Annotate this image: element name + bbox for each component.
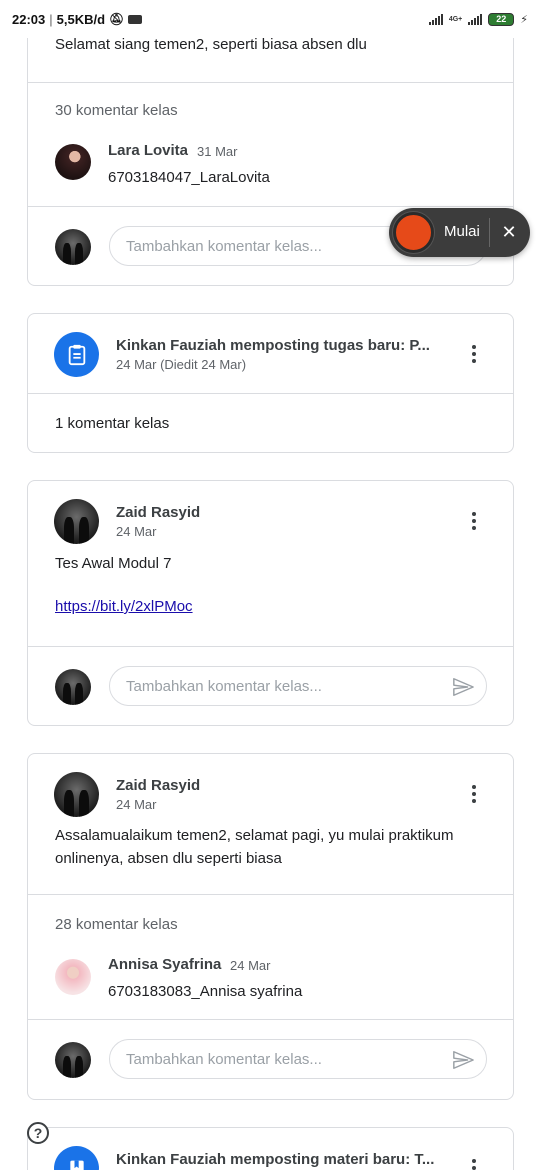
- help-icon[interactable]: ?: [27, 1122, 49, 1144]
- comment-author: Annisa Syafrina: [108, 956, 222, 973]
- comment-count-link[interactable]: 1 komentar kelas: [55, 415, 169, 432]
- more-options-icon[interactable]: [462, 342, 486, 366]
- post-body: Tes Awal Modul 7: [55, 555, 172, 572]
- post-date: 24 Mar: [116, 524, 157, 539]
- comment-count-link[interactable]: 28 komentar kelas: [55, 916, 178, 933]
- material-icon: [54, 1146, 99, 1170]
- record-button[interactable]: [393, 212, 434, 253]
- avatar: [54, 499, 99, 544]
- comment-author: Lara Lovita: [108, 142, 189, 159]
- avatar: [55, 144, 91, 180]
- send-icon[interactable]: [452, 676, 474, 698]
- post-body-line2: onlinenya, absen dlu seperti biasa: [55, 850, 282, 867]
- avatar: [55, 959, 91, 995]
- more-options-icon[interactable]: [462, 509, 486, 533]
- comment-count-link[interactable]: 30 komentar kelas: [55, 102, 178, 119]
- bell-off-icon: 🔕︎: [109, 12, 125, 26]
- avatar: [55, 229, 91, 265]
- post-author: Zaid Rasyid: [116, 777, 201, 794]
- comment-text: 6703183083_Annisa syafrina: [108, 983, 303, 1000]
- comment-field[interactable]: [126, 667, 426, 705]
- record-start-label[interactable]: Mulai: [444, 223, 480, 240]
- post-link[interactable]: https://bit.ly/2xlPMoc: [55, 598, 193, 615]
- comment-input[interactable]: [109, 666, 487, 706]
- network-type: 4G+: [448, 15, 463, 23]
- comment-date: 24 Mar: [230, 958, 271, 973]
- more-options-icon[interactable]: [462, 782, 486, 806]
- comment-date: 31 Mar: [197, 144, 238, 159]
- post-card-assalamualaikum: Zaid Rasyid 24 Mar Assalamualaikum temen…: [27, 753, 514, 1100]
- status-bar: 22:03 | 5,5KB/d 🔕︎ 4G+ 22 ⚡︎: [0, 0, 540, 38]
- material-title: Kinkan Fauziah memposting materi baru: T…: [116, 1151, 435, 1168]
- post-date: 24 Mar: [116, 797, 157, 812]
- material-card[interactable]: Kinkan Fauziah memposting materi baru: T…: [27, 1127, 514, 1170]
- post-body-line1: Assalamualaikum temen2, selamat pagi, yu…: [55, 827, 454, 844]
- close-icon[interactable]: ✕: [497, 220, 521, 244]
- post-author: Zaid Rasyid: [116, 504, 201, 521]
- status-speed: 5,5KB/d: [56, 11, 106, 27]
- avatar: [54, 772, 99, 817]
- signal-icon: [428, 13, 443, 25]
- assignment-title: Kinkan Fauziah memposting tugas baru: P.…: [116, 337, 430, 354]
- comment-field[interactable]: [126, 1040, 426, 1078]
- post-card-tes-awal: Zaid Rasyid 24 Mar Tes Awal Modul 7 http…: [27, 480, 514, 726]
- signal-icon-2: [468, 13, 483, 25]
- battery-icon: 22: [488, 12, 515, 26]
- status-time: 22:03: [12, 11, 46, 27]
- video-camera-icon: [128, 14, 143, 24]
- send-icon[interactable]: [452, 1049, 474, 1071]
- assignment-date: 24 Mar (Diedit 24 Mar): [116, 357, 247, 372]
- charging-icon: ⚡︎: [520, 13, 528, 26]
- avatar: [55, 1042, 91, 1078]
- avatar: [55, 669, 91, 705]
- assignment-icon: [54, 332, 99, 377]
- comment-field[interactable]: [126, 227, 426, 265]
- more-options-icon[interactable]: [462, 1156, 486, 1170]
- screen-recorder-widget: Mulai ✕: [389, 208, 530, 257]
- comment-input[interactable]: [109, 1039, 487, 1079]
- assignment-card[interactable]: Kinkan Fauziah memposting tugas baru: P.…: [27, 313, 514, 453]
- comment-text: 6703184047_LaraLovita: [108, 169, 270, 186]
